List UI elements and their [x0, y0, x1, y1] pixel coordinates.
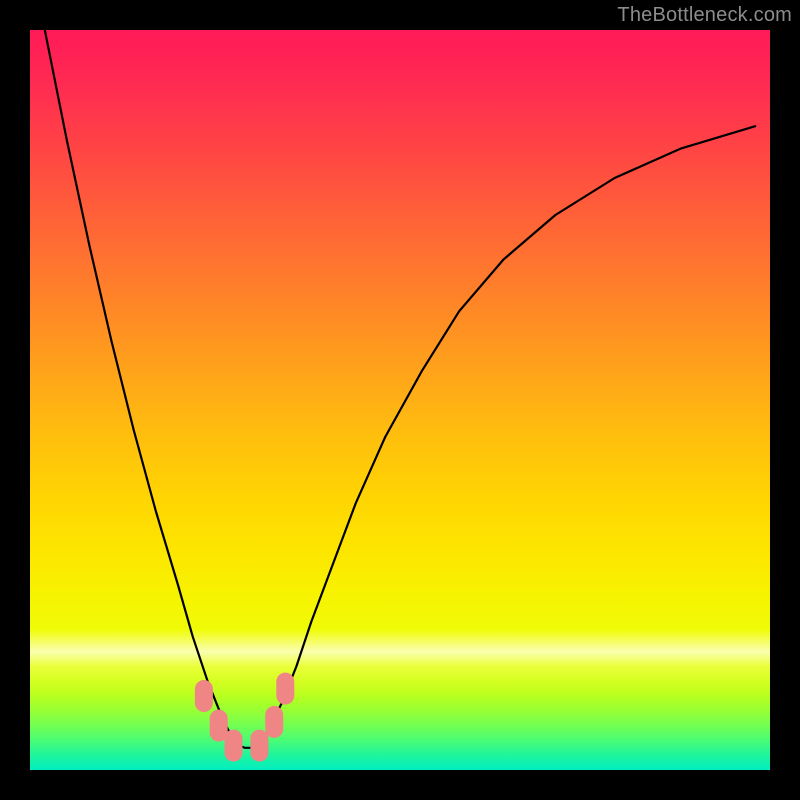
marker-3: [225, 730, 243, 762]
marker-1: [195, 680, 213, 712]
watermark-text: TheBottleneck.com: [617, 4, 792, 27]
chart-frame: TheBottleneck.com: [0, 0, 800, 800]
plot-area: [30, 30, 770, 770]
curve-layer: [30, 30, 770, 770]
bottleneck-curve: [45, 30, 755, 748]
marker-4: [250, 730, 268, 762]
marker-5: [265, 706, 283, 738]
marker-6: [276, 673, 294, 705]
